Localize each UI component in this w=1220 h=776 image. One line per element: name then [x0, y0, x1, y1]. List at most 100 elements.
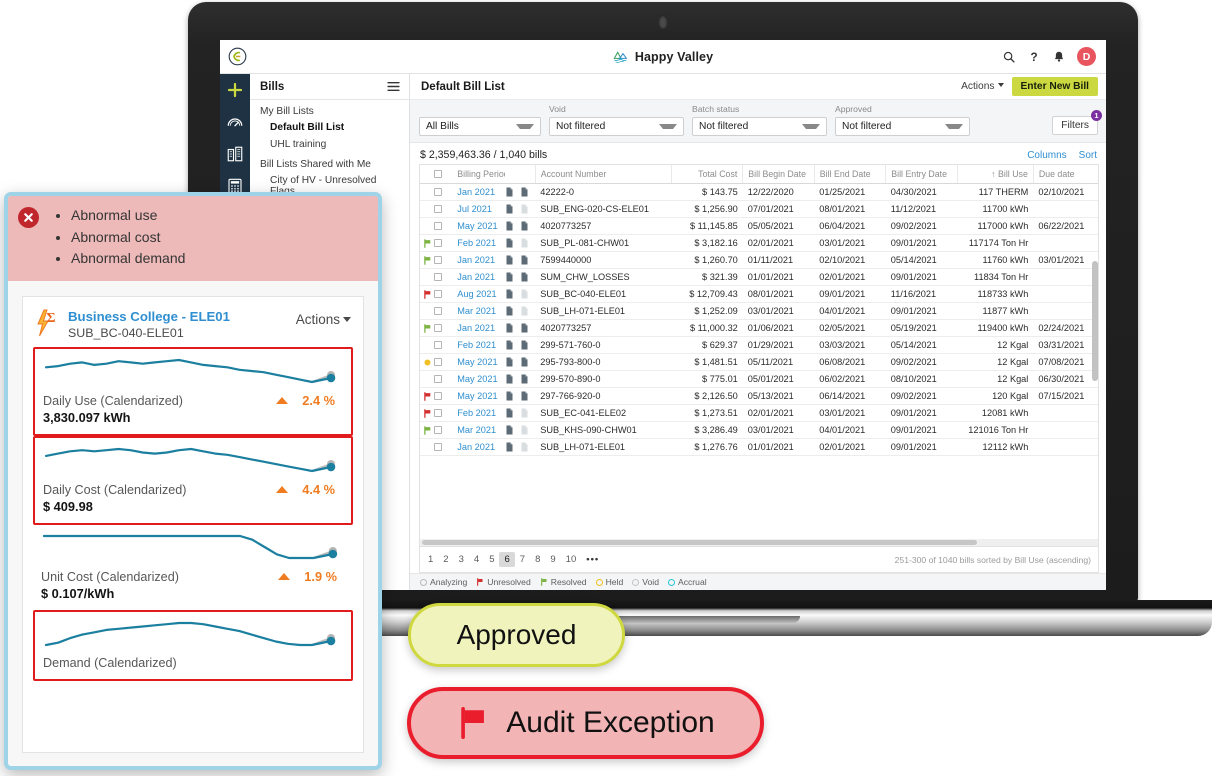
metric-card[interactable]: Daily Cost (Calendarized) 4.4 % $ 409.98 — [33, 436, 353, 525]
cell-billing-period[interactable]: May 2021 — [452, 370, 506, 388]
cell-bill-doc[interactable] — [505, 370, 521, 388]
table-row[interactable]: Jan 2021 4020773257 $ 11,000.32 01/06/2021 0… — [420, 319, 1098, 337]
table-vertical-scrollbar[interactable] — [1092, 261, 1098, 381]
cell-bill-doc[interactable] — [505, 200, 521, 218]
document-icon[interactable] — [505, 357, 514, 367]
cell-billing-period[interactable]: Jan 2021 — [452, 183, 506, 201]
page-9-button[interactable]: 9 — [545, 552, 560, 567]
row-checkbox[interactable] — [433, 256, 442, 264]
enter-new-bill-button[interactable]: Enter New Bill — [1011, 77, 1098, 96]
table-row[interactable]: Feb 2021 SUB_EC-041-ELE02 $ 1,273.51 02/01/… — [420, 404, 1098, 422]
table-row[interactable]: Feb 2021 299-571-760-0 $ 629.37 01/29/2021 0… — [420, 336, 1098, 354]
row-checkbox-cell[interactable] — [433, 387, 453, 405]
th-due-date[interactable]: Due date — [1032, 165, 1098, 184]
avatar[interactable]: D — [1077, 47, 1096, 66]
cell-bill-doc[interactable] — [505, 387, 521, 405]
cell-bill-doc[interactable] — [505, 234, 521, 252]
row-checkbox[interactable] — [433, 392, 442, 400]
cell-bill-doc[interactable] — [505, 421, 521, 439]
document-icon[interactable] — [520, 272, 529, 282]
document-icon[interactable] — [505, 323, 514, 333]
void-select[interactable]: Not filtered — [549, 117, 684, 136]
document-icon[interactable] — [520, 323, 529, 333]
cell-bill-doc[interactable] — [505, 217, 521, 235]
th-bill-end-date[interactable]: Bill End Date — [813, 165, 886, 184]
cell-attachment-doc[interactable] — [520, 370, 536, 388]
document-icon[interactable] — [520, 425, 529, 435]
page-7-button[interactable]: 7 — [515, 552, 530, 567]
row-checkbox-cell[interactable] — [433, 421, 453, 439]
gauge-icon[interactable] — [226, 113, 244, 131]
th-total-cost[interactable]: Total Cost — [670, 165, 743, 184]
page-10-button[interactable]: 10 — [561, 552, 582, 567]
row-checkbox[interactable] — [433, 273, 442, 281]
document-icon[interactable] — [505, 340, 514, 350]
search-icon[interactable] — [1002, 50, 1016, 64]
row-checkbox-cell[interactable] — [433, 183, 453, 201]
table-row[interactable]: Mar 2021 SUB_LH-071-ELE01 $ 1,252.09 03/01/… — [420, 302, 1098, 320]
th-billing-period[interactable]: Billing Period — [452, 165, 506, 184]
approved-select[interactable]: Not filtered — [835, 117, 970, 136]
document-icon[interactable] — [505, 408, 514, 418]
page-8-button[interactable]: 8 — [530, 552, 545, 567]
cell-billing-period[interactable]: Aug 2021 — [452, 285, 506, 303]
cell-bill-doc[interactable] — [505, 336, 521, 354]
document-icon[interactable] — [520, 408, 529, 418]
row-checkbox[interactable] — [433, 239, 442, 247]
page-3-button[interactable]: 3 — [454, 552, 469, 567]
cell-bill-doc[interactable] — [505, 319, 521, 337]
row-checkbox[interactable] — [433, 222, 442, 230]
cell-attachment-doc[interactable] — [520, 183, 536, 201]
row-checkbox-cell[interactable] — [433, 285, 453, 303]
metric-card[interactable]: Unit Cost (Calendarized) 1.9 % $ 0.107/kWh — [33, 525, 353, 610]
document-icon[interactable] — [520, 221, 529, 231]
document-icon[interactable] — [505, 442, 514, 452]
document-icon[interactable] — [520, 204, 529, 214]
table-row[interactable]: May 2021 299-570-890-0 $ 775.01 05/01/2021 0… — [420, 370, 1098, 388]
table-row[interactable]: May 2021 4020773257 $ 11,145.85 05/05/2021 0… — [420, 217, 1098, 235]
table-row[interactable]: May 2021 297-766-920-0 $ 2,126.50 05/13/202… — [420, 387, 1098, 405]
row-checkbox-cell[interactable] — [433, 268, 453, 286]
cell-billing-period[interactable]: May 2021 — [452, 387, 506, 405]
cell-billing-period[interactable]: Jan 2021 — [452, 438, 506, 456]
document-icon[interactable] — [505, 391, 514, 401]
cell-bill-doc[interactable] — [505, 404, 521, 422]
row-checkbox-cell[interactable] — [433, 234, 453, 252]
document-icon[interactable] — [520, 306, 529, 316]
table-horizontal-scrollbar[interactable] — [419, 539, 1099, 547]
page-5-button[interactable]: 5 — [484, 552, 499, 567]
cell-attachment-doc[interactable] — [520, 200, 536, 218]
meter-actions-menu[interactable]: Actions — [296, 309, 351, 327]
more-pages-button[interactable]: ••• — [581, 552, 604, 567]
table-row[interactable]: Jan 2021 42222-0 $ 143.75 12/22/2020 01/25/2… — [420, 183, 1098, 201]
cell-attachment-doc[interactable] — [520, 217, 536, 235]
cell-billing-period[interactable]: Jan 2021 — [452, 251, 506, 269]
document-icon[interactable] — [505, 221, 514, 231]
company-logo[interactable] — [220, 47, 254, 66]
row-checkbox[interactable] — [433, 443, 442, 451]
document-icon[interactable] — [520, 255, 529, 265]
document-icon[interactable] — [505, 306, 514, 316]
row-checkbox[interactable] — [433, 426, 442, 434]
cell-billing-period[interactable]: Jan 2021 — [452, 268, 506, 286]
page-4-button[interactable]: 4 — [469, 552, 484, 567]
question-mark-icon[interactable]: ? — [1027, 50, 1041, 64]
row-checkbox[interactable] — [433, 358, 442, 366]
row-checkbox[interactable] — [433, 290, 442, 298]
cell-billing-period[interactable]: Jul 2021 — [452, 200, 506, 218]
table-row[interactable]: Jan 2021 7599440000 $ 1,260.70 01/11/2021 02… — [420, 251, 1098, 269]
row-checkbox-cell[interactable] — [433, 336, 453, 354]
cell-attachment-doc[interactable] — [520, 234, 536, 252]
select-all-checkbox[interactable] — [433, 170, 442, 178]
row-checkbox-cell[interactable] — [433, 319, 453, 337]
metric-card[interactable]: Demand (Calendarized) — [33, 610, 353, 681]
row-checkbox[interactable] — [433, 188, 442, 196]
cell-billing-period[interactable]: Mar 2021 — [452, 421, 506, 439]
page-6-button[interactable]: 6 — [499, 552, 515, 567]
document-icon[interactable] — [520, 289, 529, 299]
th-account-number[interactable]: Account Number — [534, 165, 672, 184]
cell-billing-period[interactable]: Feb 2021 — [452, 234, 506, 252]
scope-select[interactable]: All Bills — [419, 117, 541, 136]
row-checkbox[interactable] — [433, 307, 442, 315]
row-checkbox[interactable] — [433, 409, 442, 417]
